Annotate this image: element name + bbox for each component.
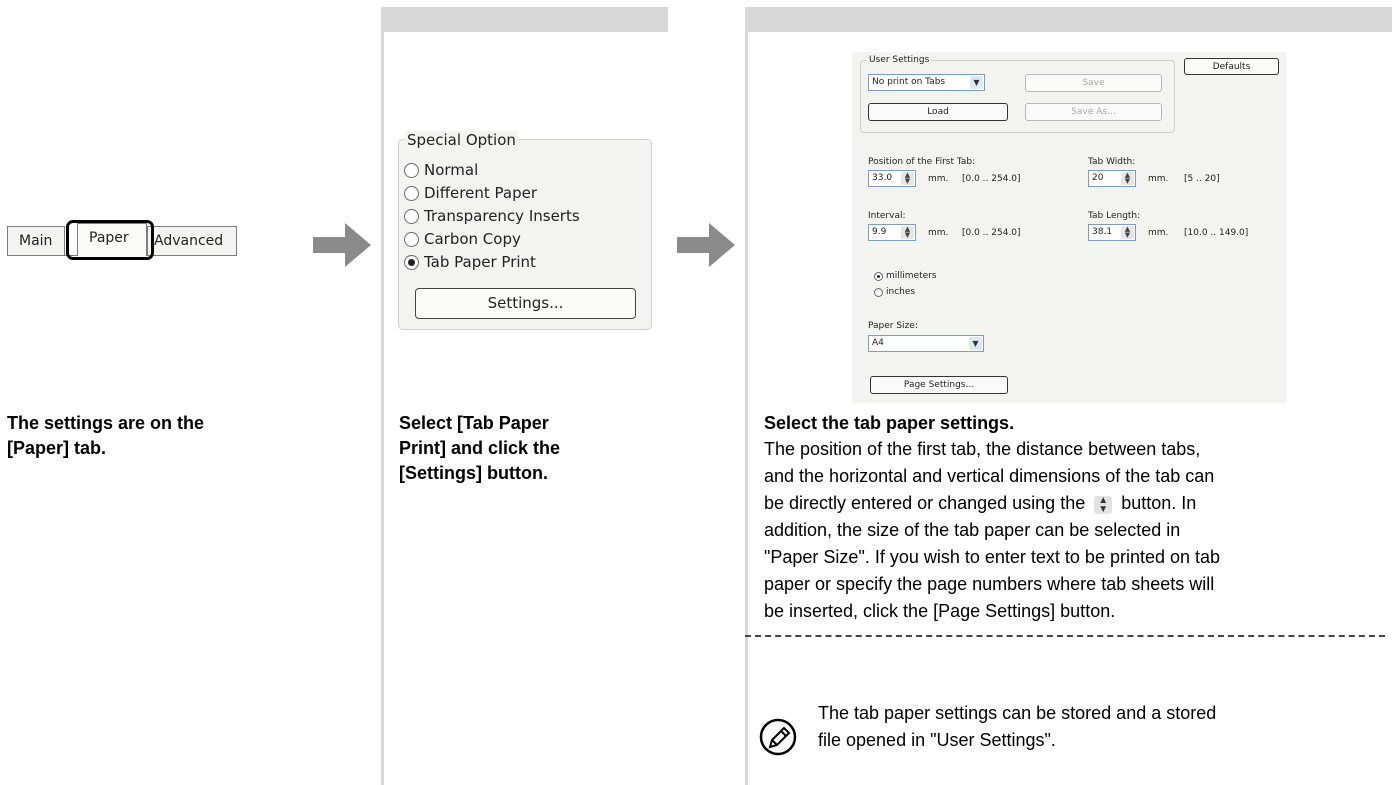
pencil-note-icon [759,718,797,756]
user-settings-label: User Settings [867,55,932,65]
step-1-caption: The settings are on the [Paper] tab. [7,413,205,458]
column-3-header-bar [745,7,1392,32]
load-button[interactable]: Load [868,103,1008,121]
paper-size-label: Paper Size: [868,321,918,331]
save-button[interactable]: Save [1025,74,1162,92]
step-3-body: The position of the first tab, the dista… [764,439,1221,621]
user-settings-select[interactable]: No print on Tabs ▼ [868,74,985,91]
spin-arrows-icon: ▲ ▼ [1094,496,1113,515]
tab-main[interactable]: Main [7,226,65,255]
radio-button[interactable] [404,209,419,224]
first-tab-position-input[interactable]: 33.0 ▲ ▼ [868,170,916,187]
driver-tab-strip: Main Paper Advanced [7,220,237,260]
settings-button[interactable]: Settings... [415,288,636,319]
spin-arrows-icon[interactable]: ▲ ▼ [1121,226,1134,239]
radio-button[interactable] [404,232,419,247]
chevron-down-icon: ▼ [970,76,983,89]
interval-input[interactable]: 9.9 ▲ ▼ [868,224,916,241]
spin-arrows-icon[interactable]: ▲ ▼ [1121,172,1134,185]
tab-length-label: Tab Length: [1088,211,1141,221]
radio-button-selected[interactable] [404,255,419,270]
step-2-caption: Select [Tab Paper Print] and click the [… [399,413,561,483]
dashed-separator [745,635,1385,637]
tab-width-input[interactable]: 20 ▲ ▼ [1088,170,1136,187]
radio-millimeters[interactable] [874,272,883,281]
defaults-button[interactable]: Defaults [1184,58,1279,75]
radio-inches[interactable] [874,288,883,297]
special-option-group: Special Option Normal Different Paper Tr… [398,131,652,330]
save-as-button[interactable]: Save As... [1025,103,1162,121]
paper-size-select[interactable]: A4 ▼ [868,335,984,352]
tab-paper-settings-dialog: User Settings No print on Tabs ▼ Save Lo… [852,52,1286,403]
chevron-down-icon: ▼ [969,337,982,350]
tab-length-input[interactable]: 38.1 ▲ ▼ [1088,224,1136,241]
column-2-header-bar [381,7,668,32]
paper-tab-highlight [66,220,154,260]
spin-arrows-icon[interactable]: ▲ ▼ [901,226,914,239]
page-settings-button[interactable]: Page Settings... [870,376,1008,394]
spin-arrows-icon[interactable]: ▲ ▼ [901,172,914,185]
note-text: The tab paper settings can be stored and… [818,703,1217,750]
arrow-right-icon [313,223,371,267]
tab-width-label: Tab Width: [1088,157,1136,167]
column-3-divider [745,7,748,785]
arrow-right-icon [677,223,735,267]
column-2-divider [381,7,384,785]
user-settings-group: User Settings [860,55,1175,133]
step-3-heading: Select the tab paper settings. [764,413,1015,433]
radio-button[interactable] [404,186,419,201]
interval-label: Interval: [868,211,906,221]
special-option-label: Special Option [405,131,518,149]
tab-advanced[interactable]: Advanced [147,226,237,255]
first-tab-position-label: Position of the First Tab: [868,157,976,167]
radio-button[interactable] [404,163,419,178]
